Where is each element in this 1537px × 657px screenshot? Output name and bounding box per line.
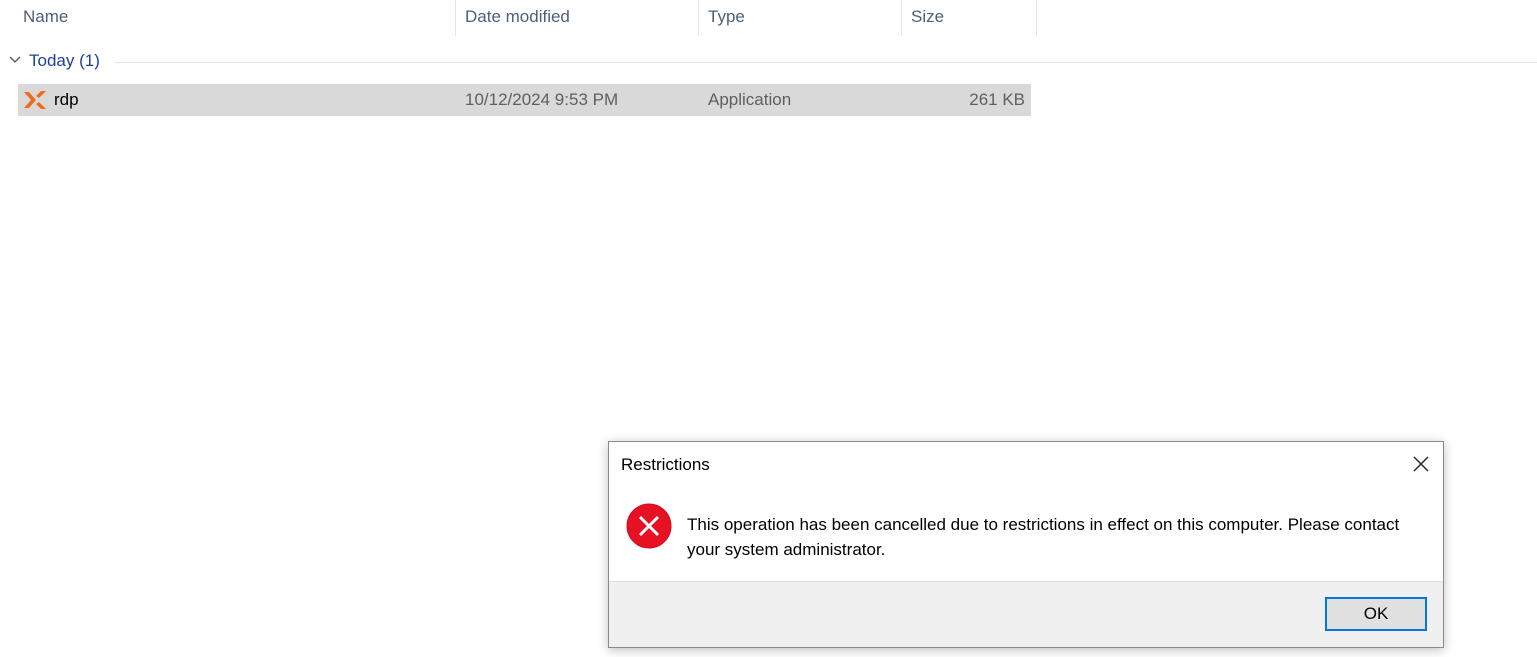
restrictions-dialog: Restrictions This operation has been can… bbox=[608, 441, 1444, 648]
anydesk-app-icon bbox=[24, 91, 46, 109]
file-date-modified: 10/12/2024 9:53 PM bbox=[465, 90, 619, 109]
file-name: rdp bbox=[54, 90, 79, 109]
group-divider bbox=[114, 62, 1537, 63]
column-header-name-label: Name bbox=[23, 7, 69, 26]
dialog-footer: OK bbox=[609, 581, 1443, 647]
group-label: Today (1) bbox=[29, 51, 100, 70]
column-header-size-label: Size bbox=[911, 7, 945, 26]
close-icon[interactable] bbox=[1411, 454, 1431, 474]
chevron-down-icon[interactable] bbox=[8, 53, 22, 67]
group-header-today[interactable]: Today (1) bbox=[8, 50, 1537, 76]
ok-button[interactable]: OK bbox=[1325, 597, 1427, 631]
column-header-size[interactable]: Size bbox=[902, 0, 1037, 36]
file-size: 261 KB bbox=[969, 90, 1025, 109]
column-header-date-label: Date modified bbox=[465, 7, 570, 26]
file-type: Application bbox=[708, 90, 792, 109]
column-header-type-label: Type bbox=[708, 7, 745, 26]
dialog-message: This operation has been cancelled due to… bbox=[687, 515, 1400, 559]
column-header-date-modified[interactable]: Date modified bbox=[456, 0, 699, 36]
dialog-title: Restrictions bbox=[621, 455, 710, 474]
column-header-type[interactable]: Type bbox=[699, 0, 902, 36]
error-icon bbox=[626, 503, 672, 549]
column-header-name[interactable]: Name bbox=[14, 0, 456, 36]
file-row[interactable]: rdp 10/12/2024 9:53 PM Application 261 K… bbox=[18, 84, 1031, 116]
sort-indicator-icon: ^ bbox=[570, 0, 575, 5]
